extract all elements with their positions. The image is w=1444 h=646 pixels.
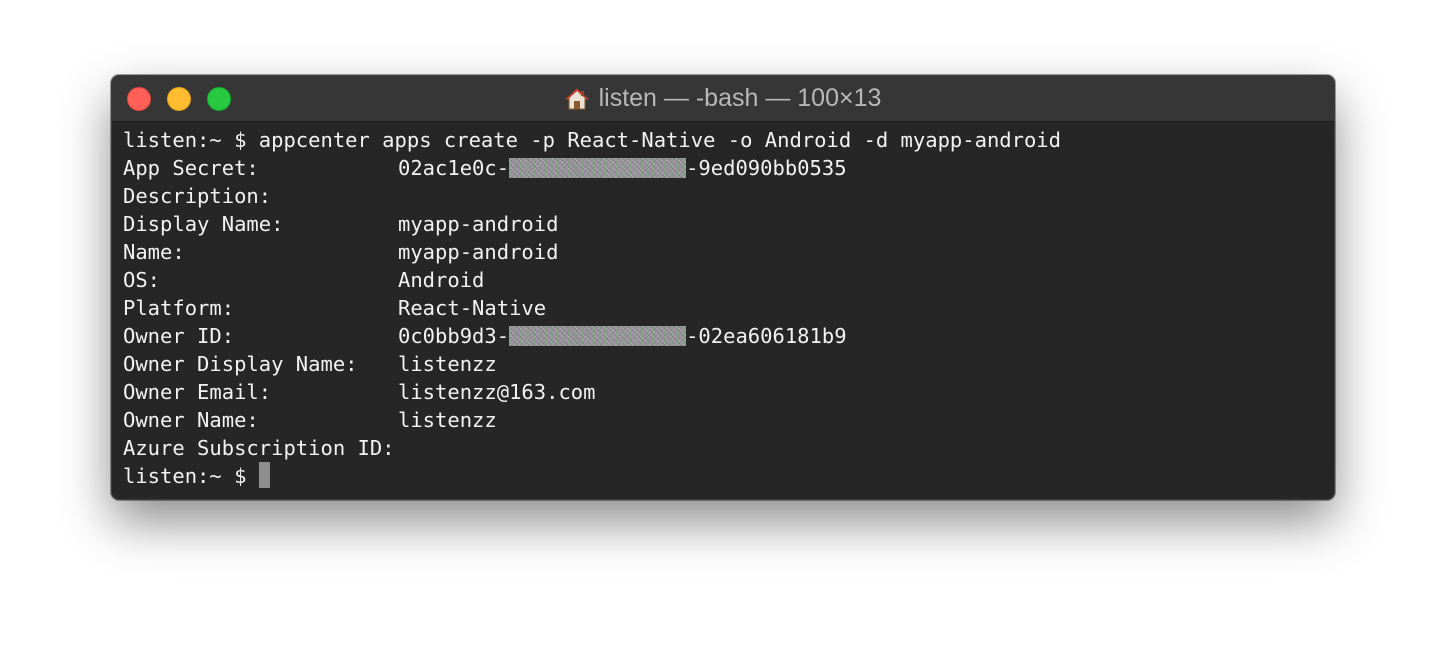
terminal-output[interactable]: listen:~ $ appcenter apps create -p Reac… — [123, 126, 1334, 499]
redacted-block — [509, 158, 687, 178]
output-line-owner-display-name: Owner Display Name: listenzz — [123, 350, 1334, 378]
output-line-os: OS: Android — [123, 266, 1334, 294]
field-key: Description: — [123, 184, 272, 208]
field-value-prefix: 0c0bb9d3- — [398, 324, 510, 348]
title-bar: listen — -bash — 100×13 — [112, 76, 1334, 122]
output-line-app-secret: App Secret: 02ac1e0c- -9ed090bb0535 — [123, 154, 1334, 182]
field-value: myapp-android — [398, 240, 559, 264]
field-key: Owner Name: — [123, 408, 259, 432]
field-value: myapp-android — [398, 212, 559, 236]
field-key: Platform: — [123, 296, 235, 320]
field-value: listenzz — [398, 352, 497, 376]
field-value: React-Native — [398, 296, 547, 320]
field-key: Display Name: — [123, 212, 284, 236]
field-value: listenzz — [398, 408, 497, 432]
field-key: Owner Email: — [123, 380, 272, 404]
redacted-block — [509, 326, 687, 346]
output-line-name: Name: myapp-android — [123, 238, 1334, 266]
field-key: Owner ID: — [123, 324, 235, 348]
terminal-window: listen — -bash — 100×13 listen:~ $ appce… — [111, 75, 1335, 500]
field-value-suffix: -02ea606181b9 — [686, 324, 847, 348]
field-key: Name: — [123, 240, 185, 264]
field-key: OS: — [123, 268, 161, 292]
home-icon — [564, 87, 589, 109]
command-line: listen:~ $ appcenter apps create -p Reac… — [123, 128, 1061, 152]
field-value: listenzz@163.com — [398, 380, 596, 404]
output-line-owner-name: Owner Name: listenzz — [123, 406, 1334, 434]
field-value-suffix: -9ed090bb0535 — [686, 156, 847, 180]
output-line-platform: Platform: React-Native — [123, 294, 1334, 322]
field-key: App Secret: — [123, 156, 259, 180]
output-line-display-name: Display Name: myapp-android — [123, 210, 1334, 238]
window-title: listen — -bash — 100×13 — [112, 76, 1334, 121]
field-key: Azure Subscription ID: — [123, 436, 395, 460]
prompt: listen:~ $ — [123, 464, 259, 488]
output-line-description: Description: — [123, 182, 1334, 210]
window-title-text: listen — -bash — 100×13 — [598, 84, 882, 112]
prompt-line[interactable]: listen:~ $ — [123, 462, 1334, 490]
field-value: Android — [398, 268, 485, 292]
text-cursor — [258, 462, 270, 488]
output-line-owner-id: Owner ID: 0c0bb9d3- -02ea606181b9 — [123, 322, 1334, 350]
field-value-prefix: 02ac1e0c- — [398, 156, 510, 180]
output-line-owner-email: Owner Email: listenzz@163.com — [123, 378, 1334, 406]
field-key: Owner Display Name: — [123, 352, 358, 376]
output-line-azure-subscription-id: Azure Subscription ID: — [123, 434, 1334, 462]
